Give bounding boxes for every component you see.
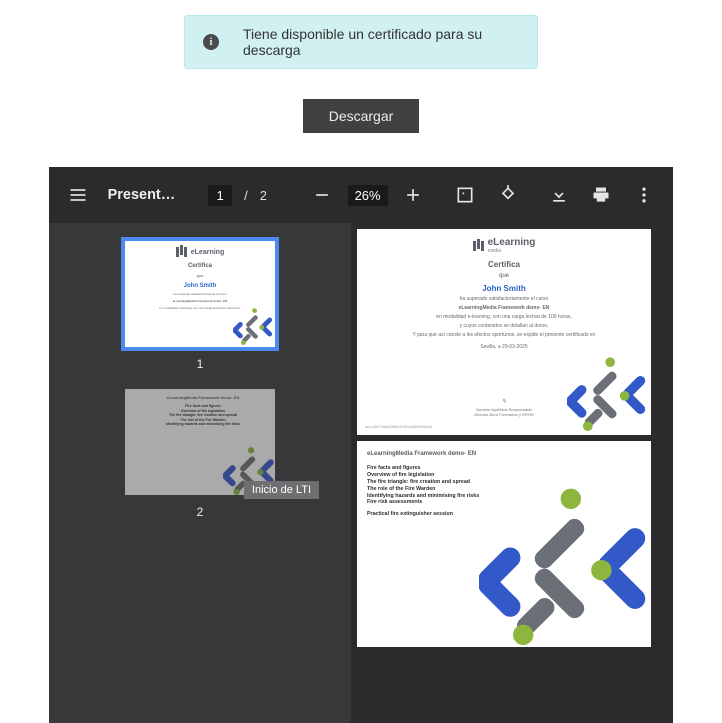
cert-hash: aa-c4517ba2639bb1250ed325c50cd1 — [365, 424, 432, 429]
page-2: eLearningMedia Framework demo- EN Fire f… — [357, 441, 651, 647]
fit-page-icon[interactable] — [448, 176, 483, 214]
thumb-1-wrap[interactable]: eLearning Certifica que John Smith ha su… — [125, 241, 275, 371]
download-button[interactable]: Descargar — [303, 99, 420, 133]
notice-text: Tiene disponible un certificado para su … — [243, 26, 519, 58]
thumb-2-num: 2 — [125, 505, 275, 519]
current-page-input[interactable] — [208, 185, 232, 206]
zoom-in-icon[interactable] — [396, 176, 431, 214]
viewer-body: eLearning Certifica que John Smith ha su… — [49, 223, 673, 723]
info-icon: i — [203, 34, 219, 50]
page-separator: / — [244, 188, 248, 203]
cert-date: Sevilla, a 29-03-2025 — [357, 344, 651, 350]
lti-tooltip: Inicio de LTI — [244, 481, 319, 499]
pages-panel[interactable]: eLearning media Certifica que John Smith… — [351, 223, 673, 723]
more-icon[interactable] — [626, 176, 661, 214]
brand-text: eLearning — [488, 237, 536, 248]
p2-heading: eLearningMedia Framework demo- EN — [367, 451, 651, 457]
brand-sub: media — [488, 248, 536, 254]
thumb-1[interactable]: eLearning Certifica que John Smith ha su… — [125, 241, 275, 347]
thumb-2[interactable]: eLearningMedia Framework demo- EN Fire f… — [125, 389, 275, 495]
pdf-viewer: Presenta… / 2 26% — [49, 167, 673, 723]
total-pages: 2 — [260, 188, 267, 203]
rotate-icon[interactable] — [491, 176, 526, 214]
cert-title: Certifica — [357, 260, 651, 269]
cert-name: John Smith — [357, 284, 651, 293]
print-icon[interactable] — [584, 176, 619, 214]
page-1: eLearning media Certifica que John Smith… — [357, 229, 651, 435]
thumb-2-wrap[interactable]: eLearningMedia Framework demo- EN Fire f… — [125, 389, 275, 519]
download-icon[interactable] — [541, 176, 576, 214]
pdf-toolbar: Presenta… / 2 26% — [49, 167, 673, 223]
thumbnail-panel: eLearning Certifica que John Smith ha su… — [49, 223, 351, 723]
doc-title: Presenta… — [108, 187, 183, 203]
thumb-1-num: 1 — [125, 357, 275, 371]
menu-icon[interactable] — [61, 176, 96, 214]
certificate-notice: i Tiene disponible un certificado para s… — [184, 15, 538, 69]
thumb-logo-text: eLearning — [191, 249, 224, 256]
zoom-value: 26% — [348, 185, 388, 206]
cert-course: eLearningMedia Framework demo- EN — [357, 305, 651, 311]
cert-que: que — [357, 273, 651, 279]
zoom-out-icon[interactable] — [305, 176, 340, 214]
